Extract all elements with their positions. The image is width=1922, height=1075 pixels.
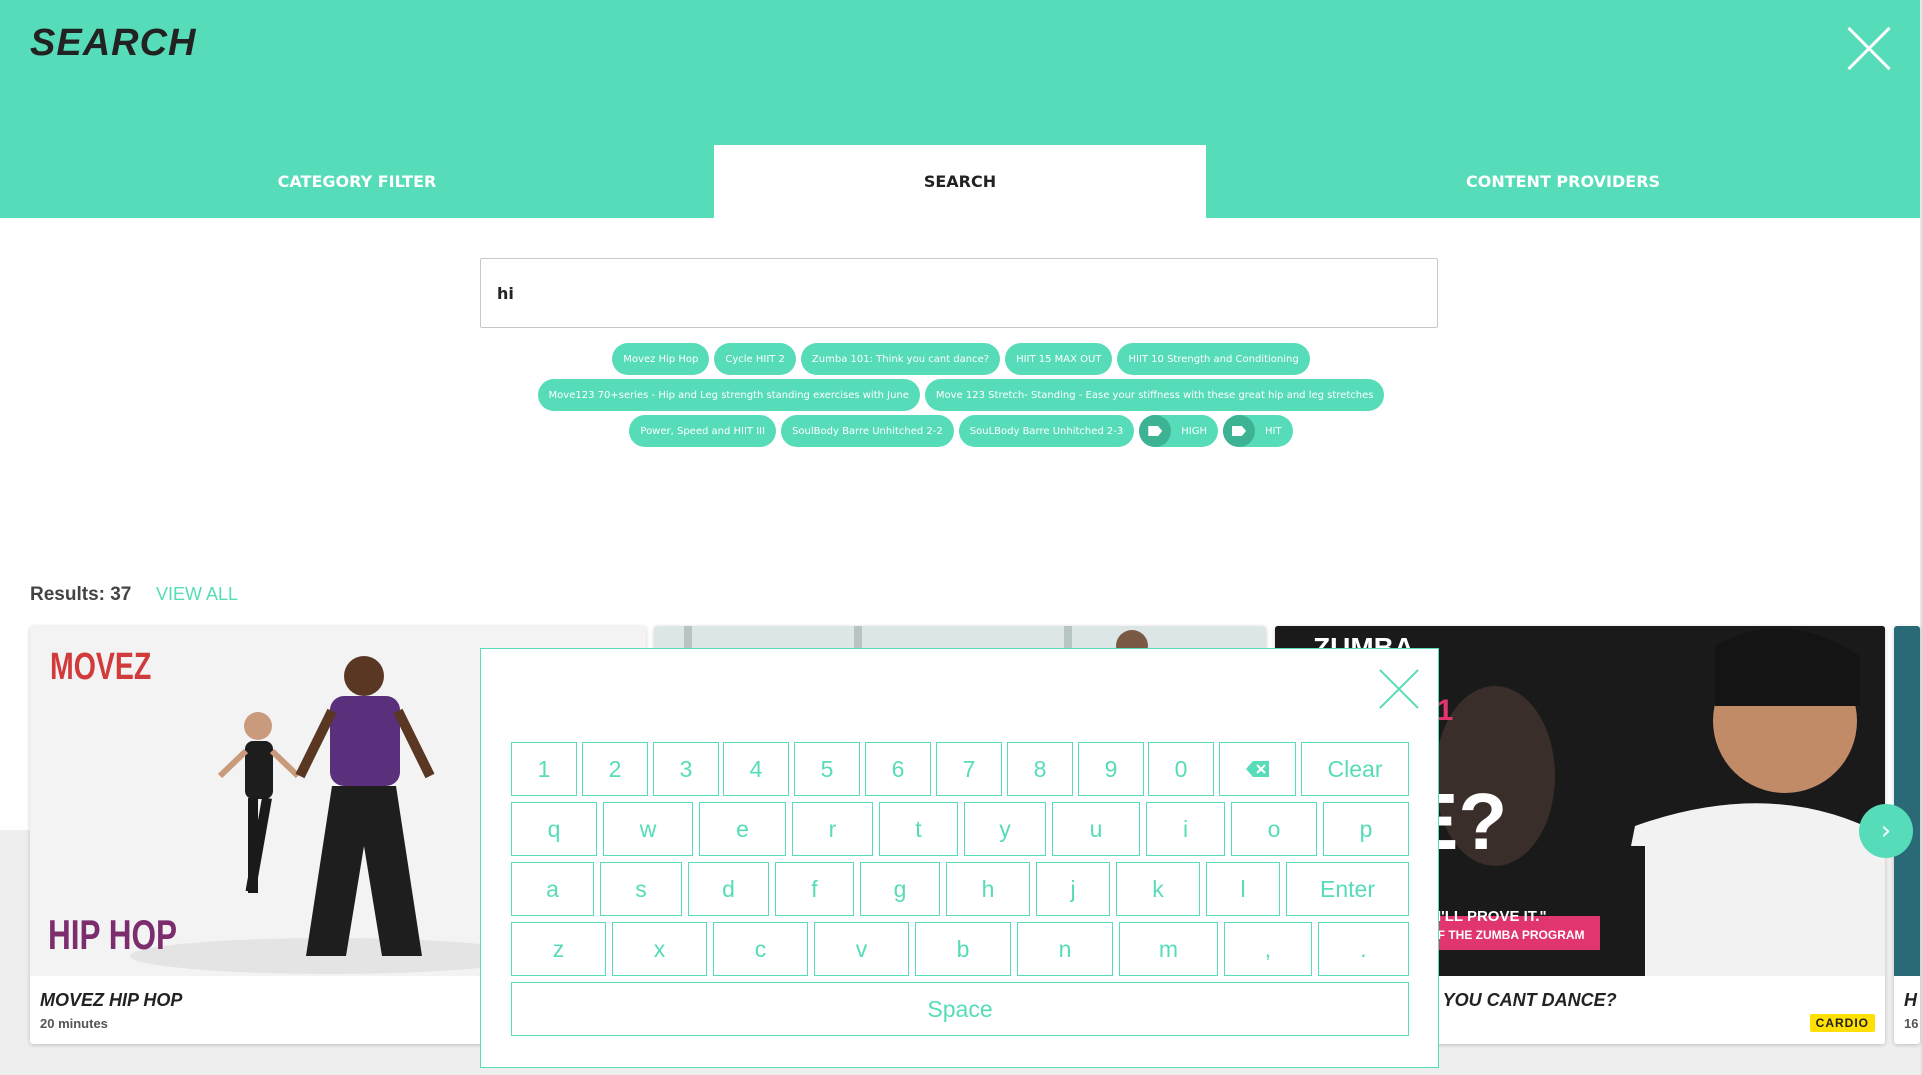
suggestion-chip[interactable]: HIIT 10 Strength and Conditioning <box>1117 343 1310 375</box>
key[interactable]: 4 <box>723 742 789 796</box>
key[interactable]: 8 <box>1007 742 1073 796</box>
key[interactable]: e <box>699 802 786 856</box>
key[interactable]: m <box>1119 922 1218 976</box>
tag-icon <box>1223 415 1256 447</box>
header: SEARCH CATEGORY FILTER SEARCH CONTENT PR… <box>0 0 1922 218</box>
key[interactable]: n <box>1017 922 1113 976</box>
suggestion-chip[interactable]: Power, Speed and HIIT III <box>629 415 777 447</box>
close-icon[interactable] <box>1378 668 1420 710</box>
tag-chip-high[interactable]: HIGH <box>1139 415 1219 447</box>
key[interactable]: q <box>511 802 597 856</box>
key[interactable]: 0 <box>1148 742 1214 796</box>
suggestion-chip[interactable]: SouLBody Barre Unhitched 2-3 <box>958 415 1135 447</box>
search-box <box>480 258 1438 328</box>
suggestion-chip[interactable]: Move 123 Stretch- Standing - Ease your s… <box>924 379 1385 411</box>
chevron-right-icon[interactable]: › <box>1859 804 1913 858</box>
suggestion-row: Move123 70+series - Hip and Leg strength… <box>0 379 1922 411</box>
key[interactable]: v <box>814 922 909 976</box>
suggestion-row: Movez Hip Hop Cycle HIIT 2 Zumba 101: Th… <box>0 343 1922 375</box>
tag-icon <box>1139 415 1172 447</box>
key[interactable]: 6 <box>865 742 931 796</box>
key[interactable]: f <box>775 862 854 916</box>
key[interactable]: u <box>1052 802 1140 856</box>
key[interactable]: j <box>1036 862 1110 916</box>
card-title: K YOU CANT DANCE? <box>1425 990 1617 1010</box>
key[interactable]: o <box>1231 802 1317 856</box>
key[interactable]: t <box>879 802 958 856</box>
key[interactable]: r <box>792 802 873 856</box>
key[interactable]: y <box>964 802 1046 856</box>
card-thumbnail <box>1894 626 1920 976</box>
key[interactable]: p <box>1323 802 1409 856</box>
page-title: SEARCH <box>30 22 197 64</box>
card-duration: 20 minutes <box>40 1016 108 1031</box>
suggestion-chip[interactable]: Move123 70+series - Hip and Leg strength… <box>537 379 920 411</box>
results-count: Results: 37 <box>30 584 132 605</box>
tab-category-filter[interactable]: CATEGORY FILTER <box>0 145 714 218</box>
key[interactable]: a <box>511 862 594 916</box>
clear-key[interactable]: Clear <box>1301 742 1409 796</box>
key[interactable]: k <box>1116 862 1200 916</box>
tab-search[interactable]: SEARCH <box>714 145 1206 218</box>
backspace-icon <box>1245 761 1269 777</box>
enter-key[interactable]: Enter <box>1286 862 1409 916</box>
key[interactable]: h <box>946 862 1030 916</box>
key[interactable]: 3 <box>653 742 719 796</box>
card-title: H <box>1904 990 1917 1010</box>
suggestion-chip[interactable]: Cycle HIIT 2 <box>714 343 796 375</box>
tag-chip-label: HIT <box>1265 425 1282 437</box>
key[interactable]: c <box>713 922 808 976</box>
key[interactable]: s <box>600 862 682 916</box>
card-title: MOVEZ HIP HOP <box>40 990 183 1010</box>
category-badge: CARDIO <box>1809 1014 1875 1032</box>
tab-content-providers[interactable]: CONTENT PROVIDERS <box>1206 145 1920 218</box>
space-key[interactable]: Space <box>511 982 1409 1036</box>
thumbnail-top-text: MOVEZ <box>50 646 152 688</box>
key[interactable]: 5 <box>794 742 860 796</box>
thumbnail-bottom-text: HIP HOP <box>48 911 177 958</box>
tag-chip-hit[interactable]: HIT <box>1223 415 1293 447</box>
key[interactable]: z <box>511 922 606 976</box>
key[interactable]: . <box>1318 922 1409 976</box>
suggestion-chip[interactable]: Zumba 101: Think you cant dance? <box>800 343 1001 375</box>
suggestion-chip[interactable]: Movez Hip Hop <box>612 343 710 375</box>
key[interactable]: d <box>688 862 769 916</box>
key[interactable]: 7 <box>936 742 1002 796</box>
key[interactable]: g <box>860 862 940 916</box>
backspace-key[interactable] <box>1219 742 1296 796</box>
key[interactable]: , <box>1224 922 1312 976</box>
suggestion-chip[interactable]: SoulBody Barre Unhitched 2-2 <box>781 415 954 447</box>
key[interactable]: l <box>1206 862 1280 916</box>
close-icon[interactable] <box>1847 26 1891 70</box>
suggestion-chip[interactable]: HIIT 15 MAX OUT <box>1005 343 1113 375</box>
key[interactable]: i <box>1146 802 1225 856</box>
tag-chip-label: HIGH <box>1181 425 1208 437</box>
key[interactable]: x <box>612 922 707 976</box>
key[interactable]: 2 <box>582 742 648 796</box>
key[interactable]: w <box>603 802 693 856</box>
search-input[interactable] <box>497 259 1397 327</box>
view-all-link[interactable]: VIEW ALL <box>156 584 238 605</box>
key[interactable]: 9 <box>1078 742 1144 796</box>
suggestion-row: Power, Speed and HIIT III SoulBody Barre… <box>0 415 1922 447</box>
key[interactable]: b <box>915 922 1011 976</box>
card-duration: 16 <box>1904 1016 1919 1031</box>
key[interactable]: 1 <box>511 742 577 796</box>
thumbnail-quote-text: I'LL PROVE IT." <box>1437 908 1547 925</box>
